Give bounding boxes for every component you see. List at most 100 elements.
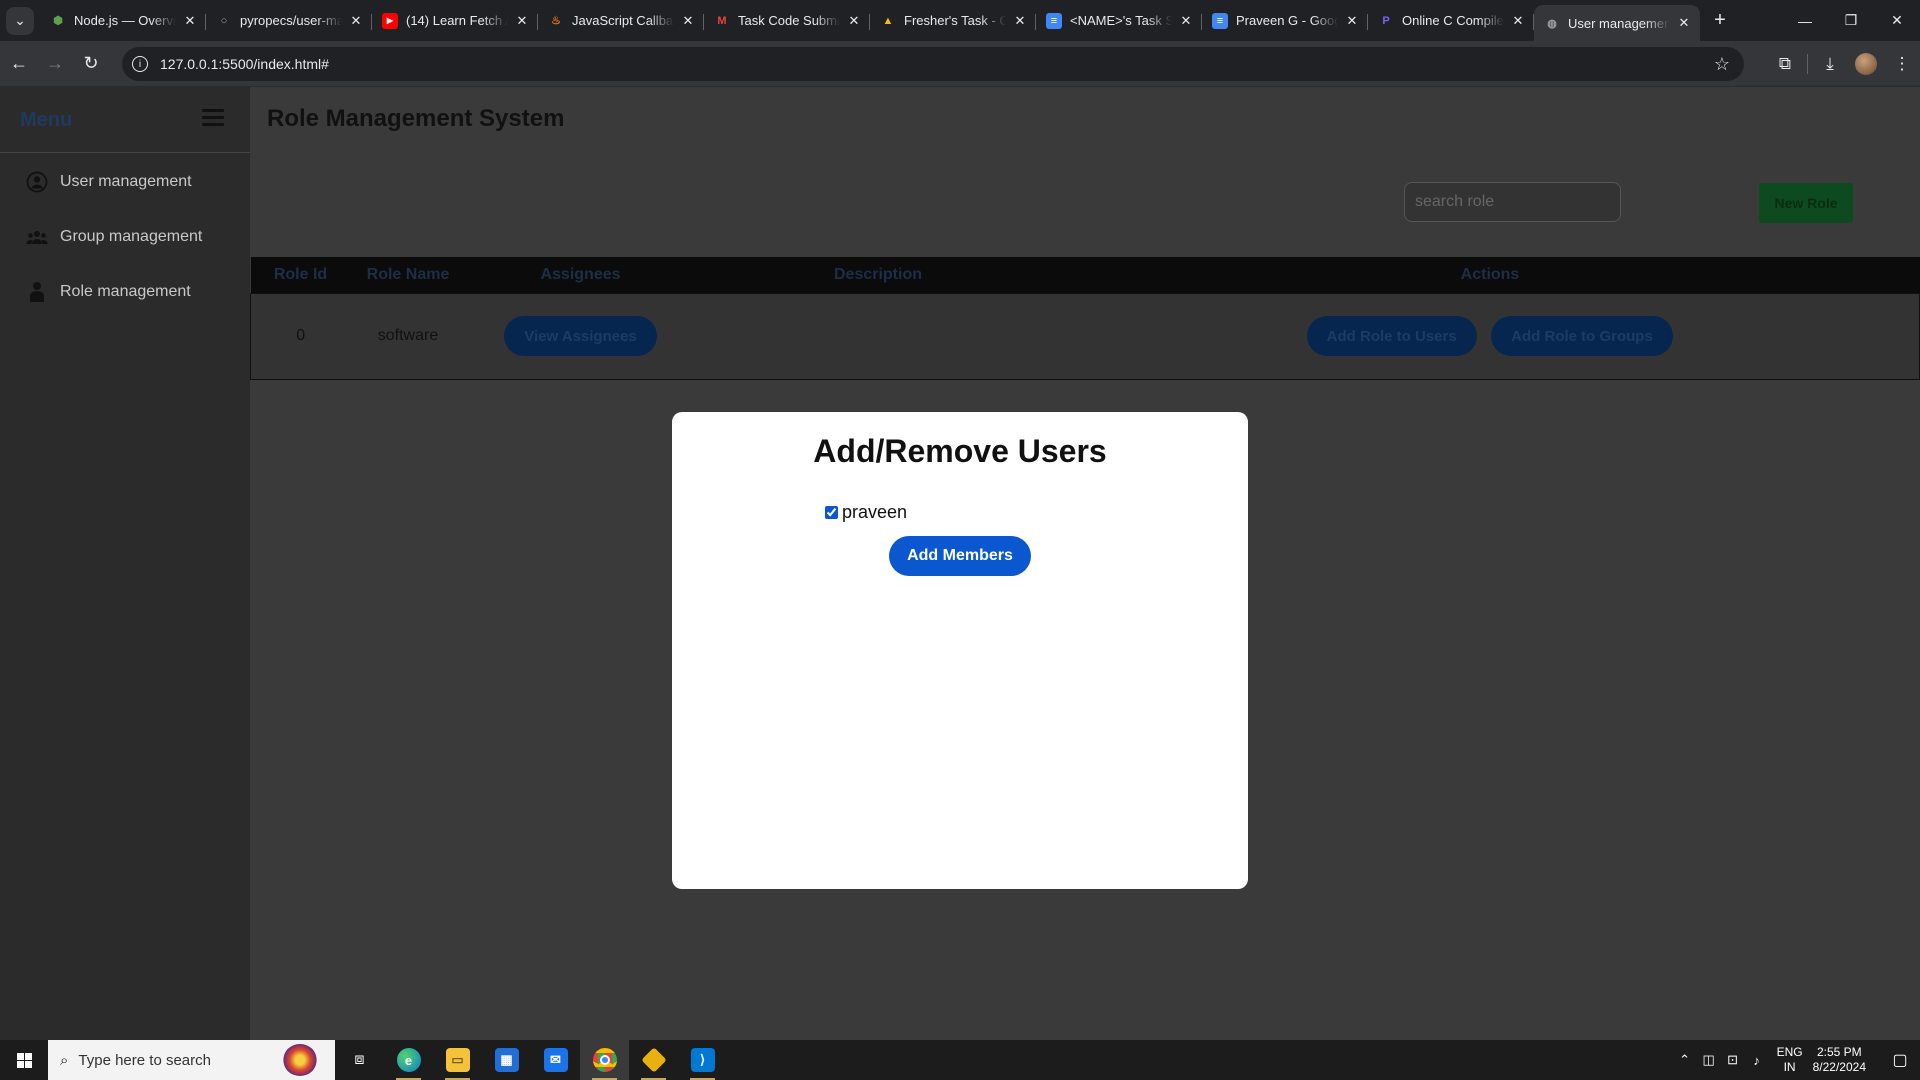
clock-time: 2:55 PM — [1816, 1045, 1862, 1059]
browser-tab[interactable]: ▶ (14) Learn Fetch API ✕ — [372, 5, 538, 37]
download-icon[interactable]: ⤓ — [1812, 46, 1848, 82]
minimize-icon[interactable]: — — [1782, 0, 1828, 41]
chevron-up-icon[interactable]: ⌃ — [1673, 1052, 1697, 1068]
tab-close-icon[interactable]: ✕ — [348, 13, 364, 29]
add-remove-users-modal: Add/Remove Users praveen Add Members — [672, 412, 1248, 889]
gmail-favicon-icon: M — [717, 14, 727, 27]
tab-title: (14) Learn Fetch API — [406, 13, 508, 28]
search-icon: ⌕ — [60, 1051, 69, 1069]
sidebar-item-label: Group management — [60, 228, 203, 245]
actions-cell: Add Role to Users Add Role to Groups — [1061, 293, 1920, 379]
column-header-role-name: Role Name — [366, 265, 450, 283]
view-assignees-button[interactable]: View Assignees — [504, 316, 657, 356]
git-app-icon[interactable] — [629, 1040, 678, 1080]
browser-tab[interactable]: ▲ Fresher's Task - Google Drive ✕ — [870, 5, 1036, 37]
description-cell — [696, 293, 1061, 379]
member-checkbox-row: praveen — [825, 502, 907, 523]
tab-close-icon[interactable]: ✕ — [1178, 13, 1194, 29]
language-indicator[interactable]: ENG IN — [1777, 1045, 1803, 1075]
extensions-icon[interactable]: ⧉ — [1767, 46, 1803, 82]
tab-close-icon[interactable]: ✕ — [514, 13, 530, 29]
back-icon[interactable]: ← — [2, 47, 36, 81]
restore-icon[interactable]: ❐ — [1828, 0, 1874, 41]
search-role-input[interactable] — [1404, 182, 1621, 222]
windows-taskbar: ⌕ Type here to search ⧈ e ▭ ▦ ✉ ⟩ ⌃ ◫ ⊡ … — [0, 1040, 1920, 1080]
tab-title: User management — [1568, 15, 1670, 31]
browser-tab[interactable]: M Task Code Submission ✕ — [704, 5, 870, 37]
hamburger-icon[interactable] — [202, 109, 224, 126]
tab-title: <NAME>'s Task Sheet — [1070, 13, 1172, 28]
task-view-icon[interactable]: ⧈ — [335, 1040, 384, 1080]
tab-close-icon[interactable]: ✕ — [1676, 15, 1692, 31]
tab-close-icon[interactable]: ✕ — [846, 13, 862, 29]
sidebar-item-user-management[interactable]: User management — [0, 162, 250, 202]
tab-title: pyropecs/user-management — [240, 13, 342, 28]
close-window-icon[interactable]: ✕ — [1874, 0, 1920, 41]
browser-tab-bar: ⌄ ⬢ Node.js — Overview ✕ ○ pyropecs/user… — [0, 0, 1920, 41]
chrome-browser-icon[interactable] — [580, 1040, 629, 1080]
new-role-button[interactable]: New Role — [1759, 183, 1853, 223]
microsoft-store-icon[interactable]: ▦ — [482, 1040, 531, 1080]
clock-date: 8/22/2024 — [1812, 1060, 1866, 1074]
member-name-label[interactable]: praveen — [842, 502, 907, 523]
sidebar-item-label: Role management — [60, 283, 191, 300]
tab-close-icon[interactable]: ✕ — [680, 13, 696, 29]
new-tab-icon[interactable]: + — [1706, 7, 1734, 35]
compiler-favicon-icon: P — [1382, 14, 1390, 27]
column-header-description: Description — [833, 265, 922, 283]
more-menu-icon[interactable]: ⋮ — [1884, 46, 1920, 82]
java-favicon-icon: ♨ — [551, 15, 561, 27]
meet-now-icon[interactable]: ◫ — [1697, 1052, 1721, 1068]
member-checkbox[interactable] — [825, 506, 838, 519]
notification-icon[interactable]: ▢ — [1880, 1050, 1920, 1070]
tab-title: Node.js — Overview — [74, 13, 176, 28]
add-role-to-users-button[interactable]: Add Role to Users — [1306, 316, 1477, 356]
volume-icon[interactable]: ♪ — [1745, 1053, 1769, 1068]
edge-browser-icon[interactable]: e — [384, 1040, 433, 1080]
sidebar: Menu User management Group management Ro… — [0, 87, 250, 1040]
tab-search-icon[interactable]: ⌄ — [6, 6, 34, 35]
file-explorer-icon[interactable]: ▭ — [433, 1040, 482, 1080]
tab-close-icon[interactable]: ✕ — [182, 13, 198, 29]
sidebar-item-group-management[interactable]: Group management — [0, 217, 250, 257]
tab-title: Praveen G - Google Docs — [1236, 13, 1338, 28]
toolbar-actions: ⧉ ⤓ ⋮ — [1767, 41, 1920, 87]
browser-tab[interactable]: P Online C Compiler ✕ — [1368, 5, 1534, 37]
vscode-icon[interactable]: ⟩ — [678, 1040, 727, 1080]
browser-tab-active[interactable]: ◍ User management ✕ — [1534, 5, 1700, 41]
column-header-assignees: Assignees — [540, 265, 621, 283]
google-drive-favicon-icon: ▲ — [882, 14, 894, 27]
browser-tab[interactable]: ○ pyropecs/user-management ✕ — [206, 5, 372, 37]
profile-avatar[interactable] — [1855, 53, 1877, 75]
tab-title: Task Code Submission — [738, 13, 840, 28]
window-controls: — ❐ ✕ — [1782, 0, 1920, 41]
browser-tab[interactable]: ⬢ Node.js — Overview ✕ — [40, 5, 206, 37]
tab-close-icon[interactable]: ✕ — [1510, 13, 1526, 29]
bookmark-star-icon[interactable]: ☆ — [1714, 54, 1730, 75]
add-members-button[interactable]: Add Members — [889, 536, 1031, 576]
tab-close-icon[interactable]: ✕ — [1012, 13, 1028, 29]
browser-toolbar: ← → ↻ i 127.0.0.1:5500/index.html# ☆ ⧉ ⤓… — [0, 41, 1920, 87]
browser-tab[interactable]: ≡ Praveen G - Google Docs ✕ — [1202, 5, 1368, 37]
language-code: ENG — [1776, 1045, 1803, 1059]
google-docs-favicon-icon: ≡ — [1046, 12, 1062, 29]
tab-close-icon[interactable]: ✕ — [1344, 13, 1360, 29]
address-url[interactable]: 127.0.0.1:5500/index.html# — [160, 56, 329, 72]
role-name-cell: software — [377, 327, 439, 344]
browser-tab[interactable]: ≡ <NAME>'s Task Sheet ✕ — [1036, 5, 1202, 37]
site-info-icon[interactable]: i — [132, 56, 148, 72]
add-role-to-groups-button[interactable]: Add Role to Groups — [1491, 316, 1673, 356]
google-docs-favicon-icon: ≡ — [1212, 12, 1228, 29]
windows-start-icon[interactable] — [0, 1040, 48, 1080]
network-icon[interactable]: ⊡ — [1721, 1052, 1745, 1068]
system-clock[interactable]: 2:55 PM 8/22/2024 — [1813, 1045, 1866, 1075]
browser-tab[interactable]: ♨ JavaScript Callbacks ✕ — [538, 5, 704, 37]
page-viewport: Menu User management Group management Ro… — [0, 87, 1920, 1040]
taskbar-search-box[interactable]: ⌕ Type here to search — [48, 1040, 335, 1080]
reload-icon[interactable]: ↻ — [74, 47, 108, 81]
assignees-cell: View Assignees — [466, 293, 696, 379]
forward-icon[interactable]: → — [38, 47, 72, 81]
address-bar[interactable]: i 127.0.0.1:5500/index.html# ☆ — [122, 47, 1744, 81]
mail-icon[interactable]: ✉ — [531, 1040, 580, 1080]
sidebar-item-role-management[interactable]: Role management — [0, 272, 250, 312]
